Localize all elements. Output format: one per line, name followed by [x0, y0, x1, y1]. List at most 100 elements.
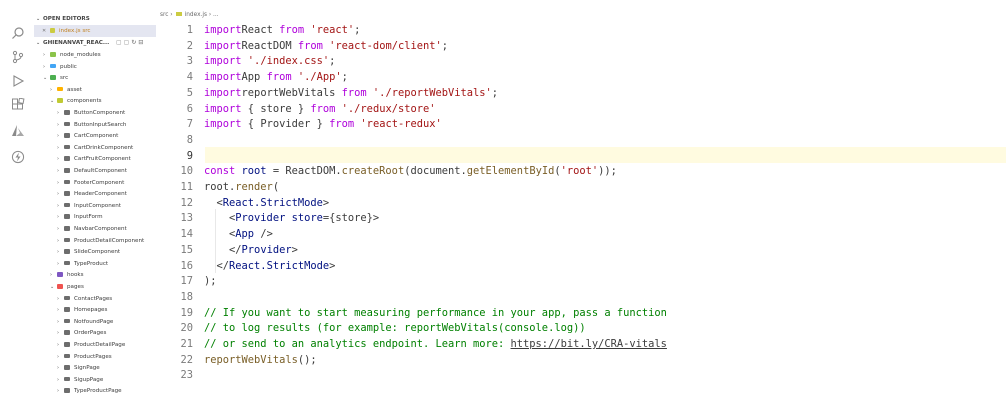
close-icon[interactable]: ✕: [42, 25, 50, 37]
tree-item-label: TypeProduct: [74, 260, 109, 267]
chevron-right-icon: ›: [57, 376, 59, 383]
code-link[interactable]: https://bit.ly/CRA-vitals: [511, 338, 667, 350]
code-token: = ReactDOM.: [266, 165, 342, 178]
code-token: import: [204, 39, 242, 52]
tree-item-label: hooks: [67, 272, 84, 279]
tree-item[interactable]: › ProductDetailComponent: [57, 235, 144, 247]
breadcrumb-folder[interactable]: src: [160, 12, 168, 18]
tree-item-label: ProductDetailComponent: [74, 237, 145, 244]
tree-item[interactable]: › OrderPages: [57, 327, 106, 339]
code-token: './redux/store': [335, 102, 436, 115]
tree-item[interactable]: ⌄ src: [43, 72, 68, 84]
code-token: getElementById: [466, 165, 555, 178]
tree-item-label: CartFruitComponent: [74, 156, 131, 163]
code-token: './reportWebVitals': [366, 86, 492, 99]
code-text[interactable]: // If you want to start measuring perfor…: [204, 306, 667, 322]
code-text[interactable]: importApp from './App';: [204, 70, 348, 86]
tree-item[interactable]: › ButtonComponent: [57, 107, 125, 119]
tree-item[interactable]: › TypeProductPage: [57, 385, 122, 396]
lightning-icon[interactable]: [11, 150, 25, 164]
tree-item[interactable]: › hooks: [50, 269, 84, 281]
tree-item[interactable]: › asset: [50, 84, 82, 96]
tree-item[interactable]: › Homepages: [57, 304, 107, 316]
tree-item[interactable]: › ButtonInputSearch: [57, 119, 126, 131]
line-number: 14: [180, 228, 193, 241]
tree-item[interactable]: › FooterComponent: [57, 177, 124, 189]
code-token: ={store}>: [322, 212, 380, 225]
code-text[interactable]: import './index.css';: [204, 54, 335, 70]
tree-item[interactable]: › CartComponent: [57, 130, 118, 142]
open-editors-header[interactable]: ⌄ OPEN EDITORS: [36, 13, 90, 25]
code-text[interactable]: <Provider store={store}>: [204, 211, 379, 227]
tree-item[interactable]: ⌄ pages: [50, 281, 84, 293]
search-icon[interactable]: [11, 26, 25, 40]
code-token: { store }: [241, 102, 311, 115]
code-text[interactable]: <React.StrictMode>: [204, 196, 330, 212]
folder-icon: [64, 179, 70, 185]
code-text[interactable]: importReact from 'react';: [204, 23, 360, 39]
tree-item[interactable]: › ProductPages: [57, 351, 112, 363]
folder-icon: [57, 98, 63, 103]
tree-item[interactable]: › ProductDetailPage: [57, 339, 125, 351]
tree-item[interactable]: › node_modules: [43, 49, 101, 61]
code-token: </: [204, 259, 230, 272]
chevron-down-icon: ⌄: [50, 284, 55, 290]
code-text[interactable]: reportWebVitals();: [204, 353, 317, 369]
run-debug-icon[interactable]: [11, 74, 25, 88]
source-control-icon[interactable]: [11, 50, 25, 64]
tree-item[interactable]: › TypeProduct: [57, 258, 108, 270]
code-text[interactable]: </React.StrictMode>: [204, 259, 336, 275]
code-token: import: [204, 71, 242, 84]
tree-item[interactable]: › CartFruitComponent: [57, 153, 131, 165]
tree-item[interactable]: › public: [43, 61, 77, 73]
line-number: 4: [186, 71, 193, 84]
explorer-actions[interactable]: ▢▢↻⊟: [116, 37, 145, 49]
code-token: from: [310, 102, 336, 115]
line-number: 21: [180, 338, 193, 350]
code-text[interactable]: importReactDOM from 'react-dom/client';: [204, 39, 448, 55]
code-text[interactable]: root.render(: [204, 180, 279, 196]
tree-item[interactable]: › InputForm: [57, 211, 103, 223]
tree-item[interactable]: › NavbarComponent: [57, 223, 127, 235]
folder-icon: [50, 75, 56, 80]
tree-item[interactable]: › HeaderComponent: [57, 188, 127, 200]
code-text[interactable]: // or send to an analytics endpoint. Lea…: [204, 337, 667, 353]
tree-item[interactable]: › DefaultComponent: [57, 165, 127, 177]
project-header[interactable]: ⌄ GHIENANVAT_REAC... ▢▢↻⊟: [36, 37, 156, 49]
code-text[interactable]: import { Provider } from 'react-redux': [204, 117, 442, 133]
extensions-icon[interactable]: [11, 98, 25, 112]
tree-item-label: public: [60, 63, 77, 70]
folder-icon: [64, 249, 70, 254]
code-token: const: [204, 165, 236, 178]
open-editor-item[interactable]: ✕ index.js src: [34, 25, 156, 37]
code-token: ));: [598, 165, 617, 178]
tree-item[interactable]: › CartDrinkComponent: [57, 142, 133, 154]
code-editor[interactable]: src › index.js › ... 1 importReact from 'r…: [156, 0, 1006, 396]
tree-item[interactable]: › SignPage: [57, 362, 100, 374]
folder-icon: [64, 110, 70, 115]
tree-item[interactable]: › SlideComponent: [57, 246, 120, 258]
tree-item[interactable]: ⌄ components: [50, 95, 102, 107]
line-number: 13: [180, 212, 193, 225]
tree-item[interactable]: › NotfoundPage: [57, 316, 113, 328]
code-text[interactable]: );: [204, 274, 217, 290]
code-token: from: [341, 86, 367, 99]
code-token: import: [204, 118, 242, 131]
code-text[interactable]: // to log results (for example: reportWe…: [204, 321, 586, 337]
code-token: Provider: [235, 212, 286, 225]
breadcrumb-file[interactable]: index.js: [185, 12, 207, 18]
chevron-right-icon: ›: [57, 191, 59, 198]
code-text[interactable]: importreportWebVitals from './reportWebV…: [204, 86, 498, 102]
breadcrumb-symbol[interactable]: ...: [213, 12, 219, 18]
tree-item[interactable]: › ContactPages: [57, 293, 112, 305]
chevron-right-icon: ›: [43, 52, 45, 58]
tree-item[interactable]: › InputComponent: [57, 200, 121, 212]
folder-icon: [64, 214, 70, 219]
code-text[interactable]: </Provider>: [204, 243, 298, 259]
chevron-down-icon: ⌄: [36, 40, 41, 46]
code-text[interactable]: <App />: [204, 227, 273, 243]
code-text[interactable]: const root = ReactDOM.createRoot(documen…: [204, 164, 617, 180]
tree-item[interactable]: › SigupPage: [57, 374, 103, 386]
azure-icon[interactable]: [11, 124, 25, 138]
code-text[interactable]: import { store } from './redux/store': [204, 102, 436, 118]
